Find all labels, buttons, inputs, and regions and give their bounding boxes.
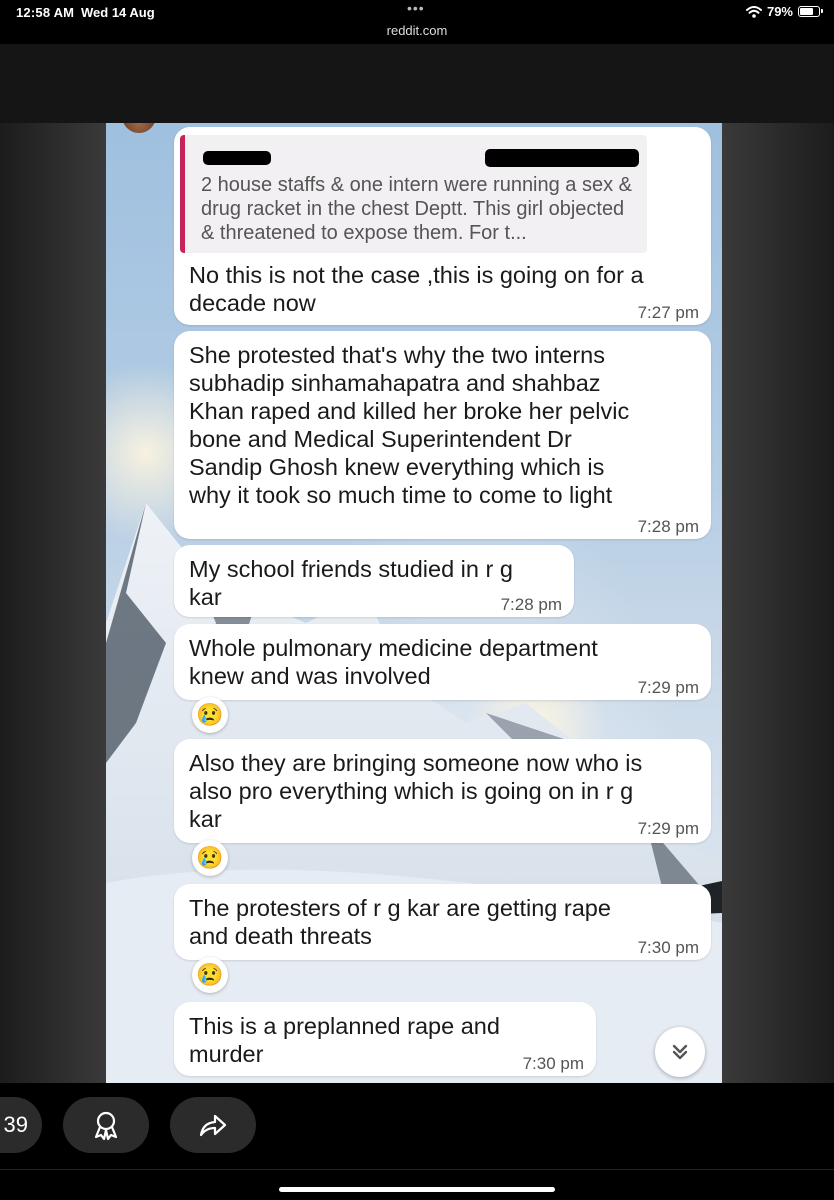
image-side-left — [0, 123, 106, 1083]
message-time: 7:29 pm — [637, 819, 699, 838]
message-time: 7:28 pm — [500, 595, 562, 614]
post-image[interactable]: 2 house staffs & one intern were running… — [106, 123, 722, 1083]
message-text: Whole pulmonary medicine department knew… — [189, 635, 598, 689]
message-text: My school friends studied in r g kar — [189, 556, 513, 610]
message-time: 7:27 pm — [637, 303, 699, 322]
page-url[interactable]: reddit.com — [0, 23, 834, 38]
message-bubble[interactable]: 2 house staffs & one intern were running… — [174, 127, 711, 325]
message-bubble[interactable]: The protesters of r g kar are getting ra… — [174, 884, 711, 960]
award-ribbon-icon — [94, 1111, 118, 1141]
message-text: The protesters of r g kar are getting ra… — [189, 895, 611, 949]
battery-percent: 79% — [766, 4, 793, 19]
message-bubble[interactable]: Whole pulmonary medicine department knew… — [174, 624, 711, 700]
message-time: 7:29 pm — [637, 678, 699, 697]
award-button[interactable] — [63, 1097, 149, 1153]
quoted-text: 2 house staffs & one intern were running… — [201, 174, 633, 244]
redacted-name — [485, 149, 639, 167]
battery-icon — [798, 6, 823, 17]
double-chevron-down-icon — [672, 1044, 688, 1060]
quoted-reply[interactable]: 2 house staffs & one intern were running… — [180, 135, 647, 253]
message-text: She protested that's why the two interns… — [189, 342, 630, 508]
crying-face-reaction-icon[interactable]: 😢 — [192, 697, 228, 733]
clock-time: 12:58 AM — [16, 5, 75, 20]
share-arrow-icon — [199, 1114, 227, 1137]
message-time: 7:30 pm — [522, 1054, 584, 1073]
message-bubble[interactable]: She protested that's why the two interns… — [174, 331, 711, 539]
crying-face-reaction-icon[interactable]: 😢 — [192, 957, 228, 993]
message-text: Also they are bringing someone now who i… — [189, 750, 643, 832]
divider — [0, 1169, 834, 1170]
share-button[interactable] — [170, 1097, 256, 1153]
multitask-dots-icon[interactable]: ••• — [407, 0, 425, 16]
vote-count-button[interactable]: 39 — [0, 1097, 42, 1153]
status-bar: 12:58 AM Wed 14 Aug ••• reddit.com 79% — [0, 0, 834, 44]
message-time: 7:28 pm — [637, 517, 699, 536]
wifi-icon — [745, 5, 762, 18]
home-indicator[interactable] — [279, 1187, 555, 1192]
redacted-name — [203, 151, 271, 165]
message-text: No this is not the case ,this is going o… — [189, 262, 644, 316]
message-bubble[interactable]: My school friends studied in r g kar 7:2… — [174, 545, 574, 617]
bottom-action-bar: 39 — [0, 1083, 834, 1200]
clock-date: Wed 14 Aug — [81, 5, 155, 20]
message-bubble[interactable]: This is a preplanned rape and murder 7:3… — [174, 1002, 596, 1076]
image-side-right — [722, 123, 834, 1083]
message-time: 7:30 pm — [637, 938, 699, 957]
app-top-bar — [0, 44, 834, 123]
scroll-down-button[interactable] — [655, 1027, 705, 1077]
message-bubble[interactable]: Also they are bringing someone now who i… — [174, 739, 711, 843]
message-text: This is a preplanned rape and murder — [189, 1013, 500, 1067]
crying-face-reaction-icon[interactable]: 😢 — [192, 840, 228, 876]
status-right: 79% — [745, 4, 823, 19]
